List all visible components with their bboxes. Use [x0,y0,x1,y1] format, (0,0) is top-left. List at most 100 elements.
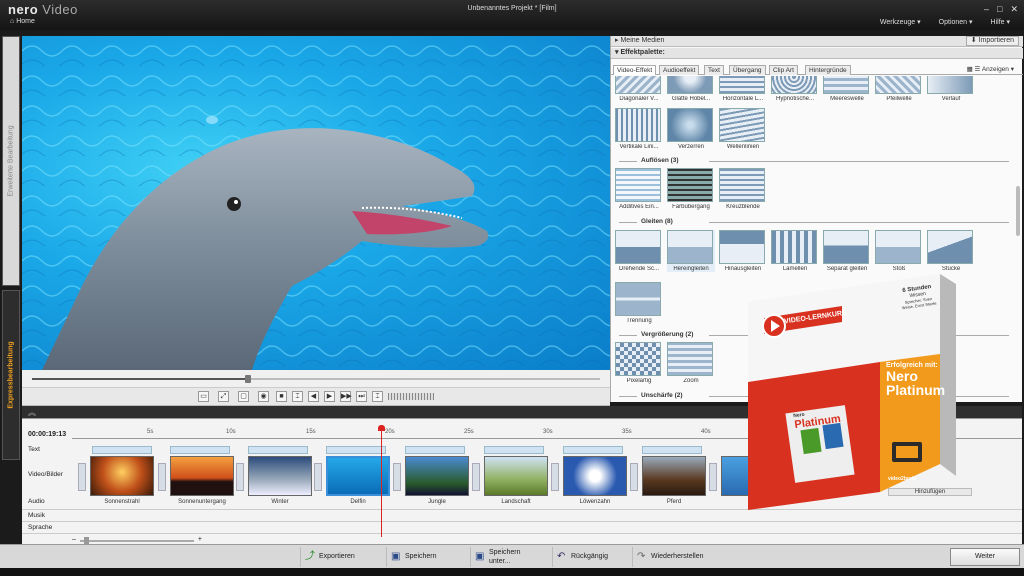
transition-slot[interactable] [158,463,166,491]
jog-wheel[interactable] [388,393,434,400]
effect-thumb [875,76,921,94]
display-mode-icon[interactable]: ▭ [198,391,209,402]
undo-button[interactable]: ↶ Rückgängig [552,547,616,567]
prev-frame-icon[interactable]: ◀ [308,391,319,402]
tab-clip-art[interactable]: Clip Art [769,65,798,75]
text-slot[interactable] [642,446,702,454]
transition-slot[interactable] [472,463,480,491]
mark-in-icon[interactable]: ⌶ [292,391,303,402]
effect-item[interactable]: Drehende Sc... [615,230,663,272]
minimize-icon[interactable]: – [984,4,989,15]
fullscreen-icon[interactable]: ⤢ [218,391,229,402]
next-frame-icon[interactable]: ▶▶ [340,391,352,402]
effect-item-selected[interactable]: Hereingleiten [667,230,715,272]
tick-label: 35s [622,429,632,435]
clip-label: Delfin [350,499,366,505]
effect-item[interactable]: Zoom [667,342,715,384]
redo-button[interactable]: ↷ Wiederherstellen [632,547,712,567]
tab-advanced-editing[interactable]: Erweiterte Bearbeitung [2,36,20,286]
menu-help[interactable]: Hilfe ▾ [991,18,1010,26]
view-control[interactable]: ▦ ☰ Anzeigen ▾ [967,65,1014,73]
text-slot[interactable] [484,446,544,454]
my-media-header[interactable]: ▸ Meine Medien ⬇ Importieren [611,36,1023,47]
nero-video-window: nero Video Unbenanntes Projekt * [Film] … [0,0,1024,576]
next-button[interactable]: Weiter [950,548,1020,566]
effect-item[interactable]: Horizontale L... [719,76,767,102]
play-icon[interactable]: ▶ [324,391,335,402]
zoom-thumb[interactable] [84,537,89,544]
home-link[interactable]: ⌂ Home [10,18,35,25]
section-slide[interactable]: Gleiten (8) [619,218,1009,225]
effect-item[interactable]: Trennung [615,282,663,324]
text-slot[interactable] [563,446,623,454]
effect-palette-header[interactable]: ▾ Effektpalette: [611,48,1023,59]
effect-item[interactable]: Diagonaler V... [615,76,663,102]
mark-out-icon[interactable]: ⌶ [372,391,383,402]
tab-audio-effect[interactable]: Audioeffekt [659,65,700,75]
tab-text[interactable]: Text [704,65,724,75]
video-preview[interactable] [22,36,610,370]
text-slot[interactable] [248,446,308,454]
tab-backgrounds[interactable]: Hintergründe [805,65,851,75]
effect-scrollbar[interactable] [1016,186,1020,236]
video-clip[interactable] [248,456,312,496]
video-clip[interactable] [90,456,154,496]
menu-tools[interactable]: Werkzeuge ▾ [880,18,921,26]
tab-transition[interactable]: Übergang [729,65,766,75]
effect-item[interactable]: Farbübergang [667,168,715,210]
effect-item[interactable]: Kreuzblende [719,168,767,210]
zoom-out-icon[interactable]: – [72,536,76,543]
playback-scrubber[interactable] [22,370,610,388]
save-button[interactable]: ▣ Speichern [386,547,445,567]
close-icon[interactable]: ✕ [1010,4,1018,15]
import-button[interactable]: ⬇ Importieren [965,36,1019,46]
transition-slot[interactable] [236,463,244,491]
effect-item[interactable]: Pfeilwelle [875,76,923,102]
effect-item[interactable]: Glatte Hobel... [667,76,715,102]
effect-item[interactable]: Additives Ein... [615,168,663,210]
maximize-icon[interactable]: □ [997,4,1002,15]
stop-icon[interactable]: ■ [276,391,287,402]
player-controls: ▭ ⤢ ▢ ◉ ■ ⌶ ◀ ▶ ▶▶ ⏭ ⌶ [22,388,610,406]
effect-item[interactable]: Verlauf [927,76,975,102]
effect-item[interactable]: Vertikale Lini... [615,108,663,150]
save-as-button[interactable]: ▣ Speichern unter... [470,547,533,567]
grid-view-icon[interactable]: ▦ ☰ [967,66,982,73]
text-slot[interactable] [405,446,465,454]
transition-slot[interactable] [314,463,322,491]
video-clip[interactable] [405,456,469,496]
scrub-thumb[interactable] [244,375,251,383]
transition-slot[interactable] [78,463,86,491]
effect-item[interactable]: Meereswelle [823,76,871,102]
tab-express-editing[interactable]: Expressbearbeitung [2,290,20,460]
tick-label: 30s [543,429,553,435]
text-slot[interactable] [170,446,230,454]
transition-slot[interactable] [709,463,717,491]
section-dissolve[interactable]: Auflösen (3) [619,157,1009,164]
skip-end-icon[interactable]: ⏭ [356,391,367,402]
snapshot-icon[interactable]: ◉ [258,391,269,402]
menu-options[interactable]: Optionen ▾ [939,18,973,26]
playhead[interactable] [378,425,385,537]
transition-slot[interactable] [393,463,401,491]
collapse-icon[interactable]: ︽ [28,407,36,418]
effect-item[interactable]: Pixelartig [615,342,663,384]
text-slot[interactable] [92,446,152,454]
transition-slot[interactable] [630,463,638,491]
hours-number: 6 [902,287,907,295]
effect-label: Verzerren [677,144,704,150]
effect-item[interactable]: Wellenlinien [719,108,767,150]
transition-slot[interactable] [551,463,559,491]
aspect-icon[interactable]: ▢ [238,391,249,402]
tab-video-effect[interactable]: Video-Effekt [613,65,657,75]
clip-label: Jungle [428,499,446,505]
export-button[interactable]: ⤴ Exportieren [300,547,363,567]
video-clip[interactable] [170,456,234,496]
video-clip[interactable] [563,456,627,496]
effect-item[interactable]: Verzerren [667,108,715,150]
text-slot[interactable] [326,446,386,454]
effect-item[interactable]: Hypnotische... [771,76,819,102]
video-clip[interactable] [642,456,706,496]
zoom-in-icon[interactable]: + [198,536,202,543]
video-clip[interactable] [484,456,548,496]
